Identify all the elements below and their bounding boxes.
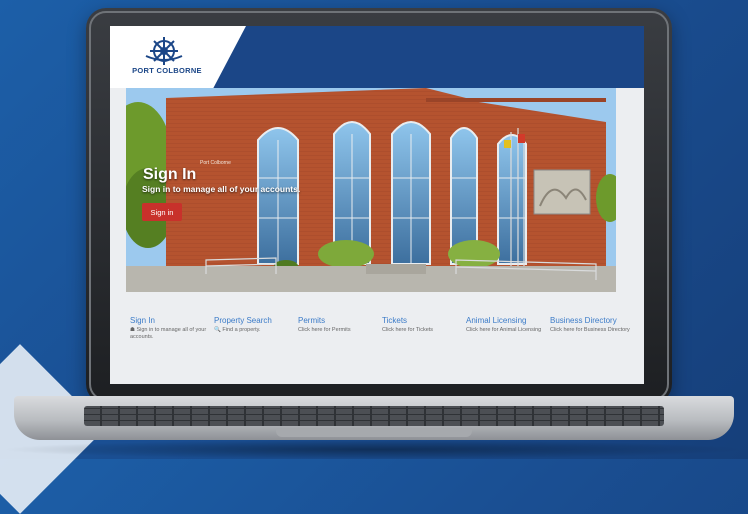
logo-panel[interactable]: PORT COLBORNE <box>110 26 246 88</box>
link-description: Click here for Business Directory <box>550 327 630 333</box>
link-description: 🔍 Find a property. <box>214 327 261 333</box>
hero-banner: Port Colborne Sign In Sign in to manage … <box>126 88 616 292</box>
quick-links: Sign In ☗ Sign in to manage all of your … <box>130 316 634 346</box>
link-description: ☗ Sign in to manage all of your accounts… <box>130 327 207 340</box>
link-business-directory[interactable]: Business Directory Click here for Busine… <box>550 316 630 334</box>
site-header: PORT COLBORNE <box>110 26 644 88</box>
link-title[interactable]: Animal Licensing <box>466 316 546 325</box>
logo-text: PORT COLBORNE <box>132 66 202 75</box>
building-caption: Port Colborne <box>200 160 231 166</box>
hero-title: Sign In <box>143 166 197 183</box>
link-title[interactable]: Property Search <box>214 316 294 325</box>
link-title[interactable]: Business Directory <box>550 316 630 325</box>
link-description: Click here for Permits <box>298 327 351 333</box>
link-property-search[interactable]: Property Search 🔍 Find a property. <box>214 316 294 334</box>
link-title[interactable]: Sign In <box>130 316 210 325</box>
hero-subtitle: Sign in to manage all of your accounts. <box>142 184 301 194</box>
link-permits[interactable]: Permits Click here for Permits <box>298 316 378 334</box>
link-title[interactable]: Tickets <box>382 316 462 325</box>
link-sign-in[interactable]: Sign In ☗ Sign in to manage all of your … <box>130 316 210 341</box>
link-description: Click here for Tickets <box>382 327 434 333</box>
laptop-trackpad <box>276 428 472 437</box>
laptop-shadow <box>0 440 748 459</box>
link-title[interactable]: Permits <box>298 316 378 325</box>
link-tickets[interactable]: Tickets Click here for Tickets <box>382 316 462 334</box>
laptop-screen: PORT COLBORNE Port Colborne Sign In Sign… <box>110 26 644 384</box>
sign-in-button[interactable]: Sign in <box>142 203 182 221</box>
ship-wheel-logo-icon <box>145 37 183 65</box>
link-animal-licensing[interactable]: Animal Licensing Click here for Animal L… <box>466 316 546 334</box>
link-description: Click here for Animal Licensing <box>466 327 542 333</box>
laptop-keyboard <box>84 406 664 426</box>
